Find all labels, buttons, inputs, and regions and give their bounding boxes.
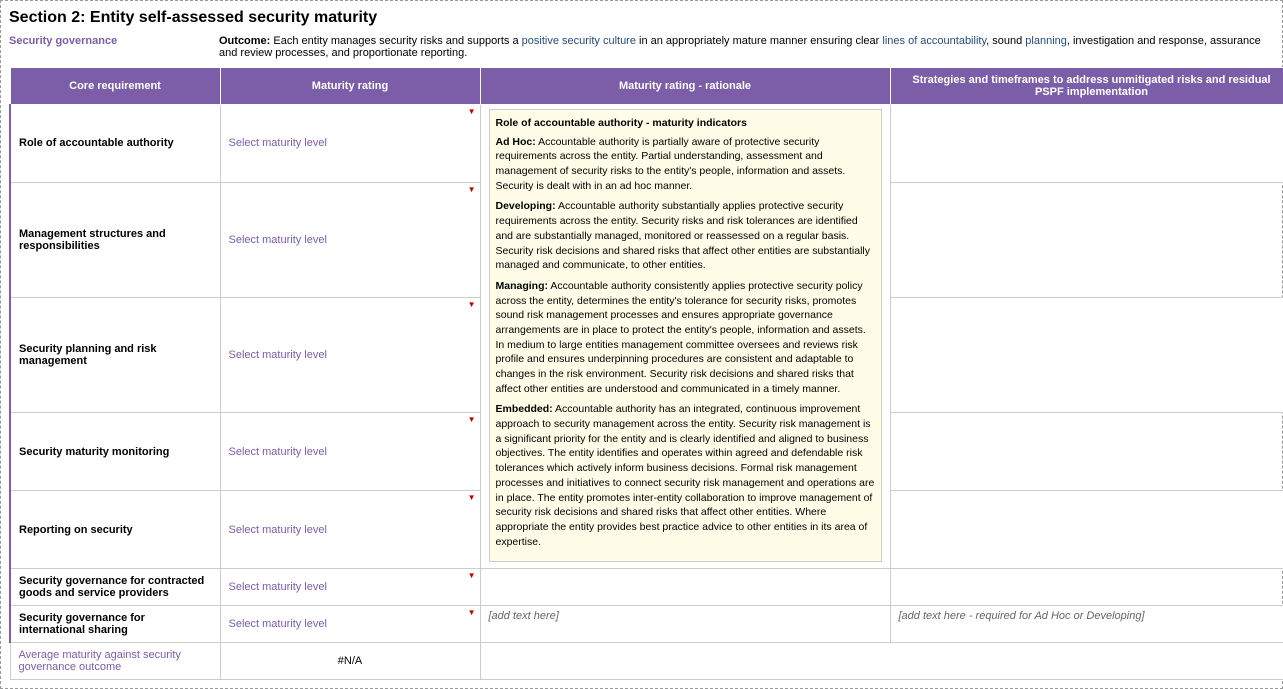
tooltip-embedded-label: Embedded: bbox=[496, 403, 553, 415]
avg-label: Average maturity against security govern… bbox=[10, 643, 220, 680]
req-security-planning: Security planning and risk management bbox=[10, 298, 220, 413]
strategies-security-planning[interactable] bbox=[890, 298, 1283, 413]
req-security-gov-contracted: Security governance for contracted goods… bbox=[10, 569, 220, 606]
tooltip-managing-text: Accountable authority consistently appli… bbox=[496, 280, 866, 395]
req-management-structures: Management structures and responsibiliti… bbox=[10, 182, 220, 297]
rationale-role-accountable[interactable]: Role of accountable authority - maturity… bbox=[480, 105, 890, 569]
strategies-security-maturity-monitoring[interactable] bbox=[890, 413, 1283, 491]
tooltip-embedded-text: Accountable authority has an integrated,… bbox=[496, 403, 875, 547]
tooltip-developing-label: Developing: bbox=[496, 200, 556, 212]
strategies-security-gov-international[interactable]: [add text here - required for Ad Hoc or … bbox=[890, 606, 1283, 643]
tooltip-title: Role of accountable authority - maturity… bbox=[496, 116, 875, 131]
rating-security-gov-contracted[interactable]: Select maturity level bbox=[220, 569, 480, 606]
req-reporting-security: Reporting on security bbox=[10, 491, 220, 569]
rationale-security-gov-international[interactable]: [add text here] bbox=[480, 606, 890, 643]
outcome-label: Security governance bbox=[9, 35, 219, 59]
avg-empty bbox=[480, 643, 1283, 680]
outcome-text: Outcome: Each entity manages security ri… bbox=[219, 35, 1274, 59]
avg-value: #N/A bbox=[220, 643, 480, 680]
header-strategies: Strategies and timeframes to address unm… bbox=[890, 68, 1283, 105]
strategies-role-accountable[interactable] bbox=[890, 105, 1283, 183]
tooltip-managing-label: Managing: bbox=[496, 280, 549, 292]
rating-role-accountable[interactable]: Select maturity level bbox=[220, 105, 480, 183]
req-security-gov-international: Security governance for international sh… bbox=[10, 606, 220, 643]
header-core-req: Core requirement bbox=[10, 68, 220, 105]
rating-security-gov-international[interactable]: Select maturity level bbox=[220, 606, 480, 643]
section-title: Section 2: Entity self-assessed security… bbox=[9, 9, 1274, 27]
tooltip-adhoc-text: Accountable authority is partially aware… bbox=[496, 136, 846, 192]
rating-security-maturity-monitoring[interactable]: Select maturity level bbox=[220, 413, 480, 491]
header-maturity-rationale: Maturity rating - rationale bbox=[480, 68, 890, 105]
rating-security-planning[interactable]: Select maturity level bbox=[220, 298, 480, 413]
req-role-accountable: Role of accountable authority bbox=[10, 105, 220, 183]
strategies-security-gov-contracted[interactable] bbox=[890, 569, 1283, 606]
rating-management-structures[interactable]: Select maturity level bbox=[220, 182, 480, 297]
tooltip-adhoc-label: Ad Hoc: bbox=[496, 136, 536, 148]
strategies-reporting-security[interactable] bbox=[890, 491, 1283, 569]
header-maturity-rating: Maturity rating bbox=[220, 68, 480, 105]
req-security-maturity-monitoring: Security maturity monitoring bbox=[10, 413, 220, 491]
rating-reporting-security[interactable]: Select maturity level bbox=[220, 491, 480, 569]
strategies-management-structures[interactable] bbox=[890, 182, 1283, 297]
rationale-security-gov-contracted[interactable] bbox=[480, 569, 890, 606]
